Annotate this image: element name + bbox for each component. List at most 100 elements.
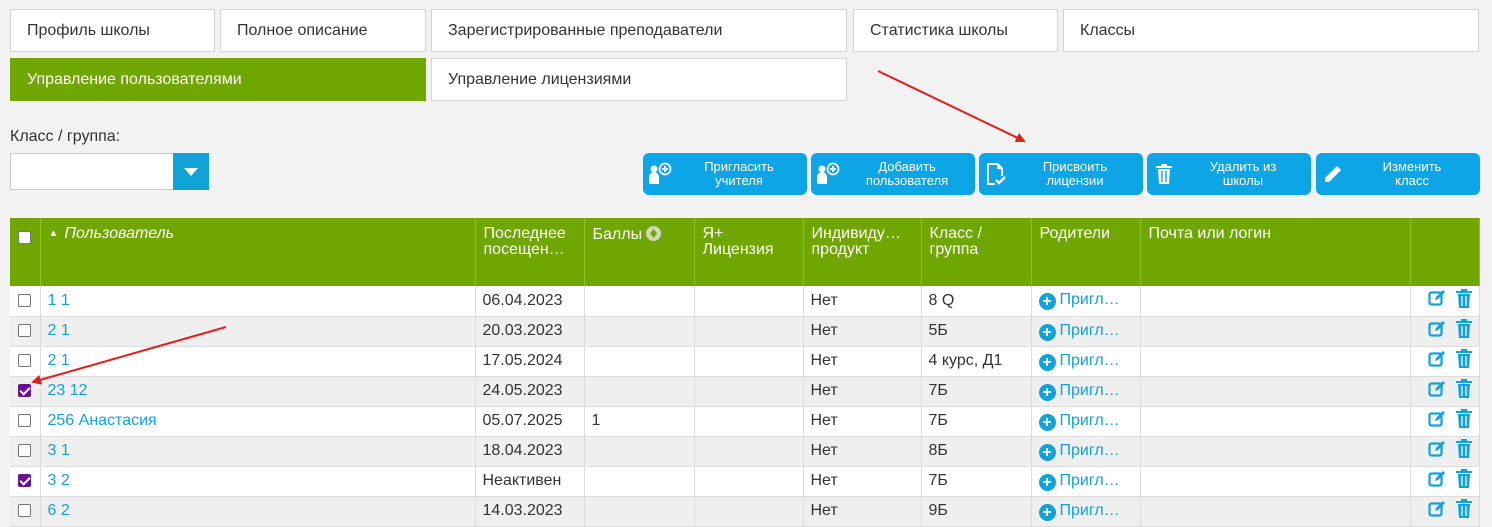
license-cell: [694, 286, 804, 317]
user-link[interactable]: 2 1: [48, 352, 70, 369]
row-select-cell: [10, 346, 41, 377]
edit-icon[interactable]: [1427, 380, 1446, 403]
points-cell: [584, 496, 695, 527]
plus-circle-icon: +: [1038, 353, 1056, 371]
add-user-icon: [811, 153, 845, 195]
user-link[interactable]: 256 Анастасия: [48, 412, 157, 429]
tab-user-management[interactable]: Управление пользователями: [10, 58, 426, 101]
email-cell: [1140, 376, 1411, 407]
remove-from-school-button[interactable]: Удалить из школы: [1147, 153, 1311, 195]
user-link[interactable]: 3 2: [48, 472, 70, 489]
select-all-checkbox[interactable]: [18, 231, 32, 245]
trash-icon[interactable]: [1455, 349, 1472, 373]
user-link[interactable]: 1 1: [48, 292, 70, 309]
col-license[interactable]: Я+ Лицензия: [694, 218, 804, 286]
invite-parent-link[interactable]: + Пригл…: [1038, 321, 1120, 341]
user-link[interactable]: 6 2: [48, 502, 70, 519]
users-table: ▲ Пользователь Последнее посещен… Баллы Я…: [10, 218, 1480, 527]
edit-icon[interactable]: [1427, 350, 1446, 373]
row-checkbox[interactable]: [18, 354, 32, 368]
parents-cell: + Пригл…: [1031, 436, 1141, 467]
trash-icon[interactable]: [1455, 379, 1472, 403]
col-last-visit[interactable]: Последнее посещен…: [475, 218, 585, 286]
invite-parent-link[interactable]: + Пригл…: [1038, 442, 1120, 461]
invite-teacher-button[interactable]: Пригласить учителя: [643, 153, 807, 195]
invite-parent-label: Пригл…: [1059, 291, 1120, 309]
user-link[interactable]: 2 1: [48, 322, 70, 339]
trash-icon[interactable]: [1455, 319, 1472, 343]
points-cell: [584, 316, 695, 347]
edit-icon[interactable]: [1427, 289, 1446, 312]
parents-cell: + Пригл…: [1031, 496, 1141, 527]
individual-product-cell: Нет: [803, 376, 922, 407]
col-points[interactable]: Баллы: [584, 218, 695, 286]
invite-parent-link[interactable]: + Пригл…: [1038, 502, 1120, 521]
add-user-button[interactable]: Добавить пользователя: [811, 153, 975, 195]
tab-classes[interactable]: Классы: [1063, 9, 1479, 52]
user-cell: 256 Анастасия: [40, 406, 476, 437]
edit-icon[interactable]: [1427, 440, 1446, 463]
row-select-cell: [10, 376, 41, 407]
table-row: 2 1 17.05.2024 Нет 4 курс, Д1 + Пригл…: [10, 346, 1480, 377]
class-group-select[interactable]: [10, 153, 209, 190]
row-checkbox[interactable]: [18, 414, 32, 428]
invite-parent-link[interactable]: + Пригл…: [1038, 382, 1120, 401]
user-cell: 6 2: [40, 496, 476, 527]
edit-icon[interactable]: [1427, 320, 1446, 343]
row-checkbox[interactable]: [18, 474, 32, 488]
user-link[interactable]: 3 1: [48, 442, 70, 459]
dropdown-button[interactable]: [173, 153, 209, 190]
invite-parent-link[interactable]: + Пригл…: [1038, 412, 1120, 431]
row-actions-cell: [1410, 286, 1480, 317]
row-checkbox[interactable]: [18, 444, 32, 458]
change-class-button[interactable]: Изменить класс: [1316, 153, 1480, 195]
col-email-login[interactable]: Почта или логин: [1140, 218, 1411, 286]
row-actions-cell: [1410, 406, 1480, 437]
trash-icon[interactable]: [1455, 439, 1472, 463]
user-link[interactable]: 23 12: [48, 382, 88, 399]
change-class-label: Изменить класс: [1382, 159, 1442, 188]
assign-license-button[interactable]: Присвоить лицензии: [979, 153, 1143, 195]
edit-icon[interactable]: [1427, 470, 1446, 493]
invite-parent-label: Пригл…: [1059, 471, 1120, 489]
tab-license-management[interactable]: Управление лицензиями: [431, 58, 847, 101]
edit-icon[interactable]: [1427, 410, 1446, 433]
email-cell: [1140, 316, 1411, 347]
row-checkbox[interactable]: [18, 504, 32, 518]
row-checkbox[interactable]: [18, 384, 32, 398]
tab-school-statistics[interactable]: Статистика школы: [853, 9, 1058, 52]
invite-parent-label: Пригл…: [1059, 321, 1120, 339]
table-row: 6 2 14.03.2023 Нет 9Б + Пригл…: [10, 496, 1480, 527]
invite-parent-link[interactable]: + Пригл…: [1038, 352, 1120, 371]
parents-cell: + Пригл…: [1031, 376, 1141, 407]
row-select-cell: [10, 496, 41, 527]
row-checkbox[interactable]: [18, 324, 32, 338]
user-cell: 3 1: [40, 436, 476, 467]
trash-icon[interactable]: [1455, 499, 1472, 523]
invite-parent-link[interactable]: + Пригл…: [1038, 471, 1120, 491]
row-checkbox[interactable]: [18, 294, 32, 308]
tab-full-description[interactable]: Полное описание: [220, 9, 426, 52]
invite-parent-link[interactable]: + Пригл…: [1038, 291, 1120, 311]
col-class-group[interactable]: Класс / группа: [921, 218, 1032, 286]
col-parents[interactable]: Родители: [1031, 218, 1141, 286]
tab-school-profile[interactable]: Профиль школы: [10, 9, 215, 52]
class-cell: 7Б: [921, 406, 1032, 437]
edit-icon[interactable]: [1427, 500, 1446, 523]
last-visit-cell: 18.04.2023: [475, 436, 585, 467]
individual-product-cell: Нет: [803, 346, 922, 377]
col-actions: [1410, 218, 1480, 286]
last-visit-cell: Неактивен: [475, 466, 585, 497]
license-cell: [694, 436, 804, 467]
trash-icon[interactable]: [1455, 288, 1472, 313]
points-cell: [584, 286, 695, 317]
col-user[interactable]: ▲ Пользователь: [40, 218, 476, 286]
trash-icon[interactable]: [1455, 469, 1472, 493]
class-cell: 8Б: [921, 436, 1032, 467]
row-actions-cell: [1410, 496, 1480, 527]
col-individual-product[interactable]: Индивиду… продукт: [803, 218, 922, 286]
individual-product-cell: Нет: [803, 406, 922, 437]
trash-icon[interactable]: [1455, 409, 1472, 433]
tab-registered-teachers[interactable]: Зарегистрированные преподаватели: [431, 9, 847, 52]
invite-teacher-icon: [643, 153, 677, 195]
